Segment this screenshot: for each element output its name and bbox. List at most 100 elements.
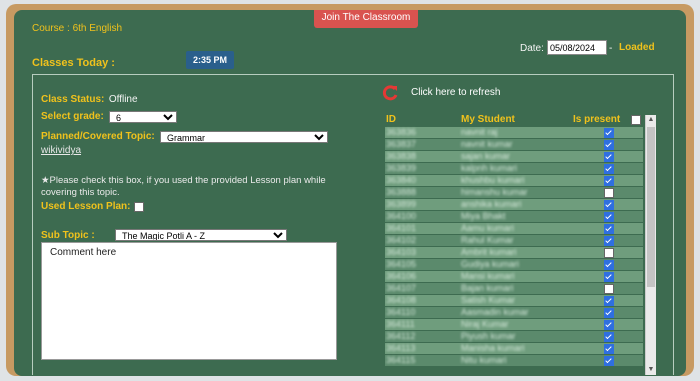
table-row: 364101 Aamu kumari: [385, 223, 643, 234]
student-name: khushbu kumari: [461, 175, 525, 185]
loaded-status: Loaded: [619, 42, 655, 53]
table-row: 364108 Satish Kumar: [385, 295, 643, 306]
present-checkbox[interactable]: [604, 332, 614, 342]
subtopic-select[interactable]: The Magic Potli A - Z: [115, 229, 287, 241]
class-status-label: Class Status:: [41, 94, 105, 105]
student-id: 363839: [386, 163, 417, 173]
student-id: 364101: [386, 223, 417, 233]
present-checkbox[interactable]: [604, 248, 614, 258]
student-name: Gudiya kumari: [461, 259, 520, 269]
present-checkbox[interactable]: [604, 140, 614, 150]
student-name: Nitu kumari: [461, 355, 507, 365]
refresh-icon[interactable]: [381, 84, 399, 102]
present-checkbox[interactable]: [604, 236, 614, 246]
table-row: 363837 navnit kumar: [385, 139, 643, 150]
subtopic-label: Sub Topic :: [41, 230, 95, 241]
student-name: navnit kumar: [461, 139, 513, 149]
student-id: 364113: [386, 343, 416, 353]
table-row: 363836 navnit raj: [385, 127, 643, 138]
topic-select[interactable]: Grammar: [160, 131, 328, 143]
present-checkbox[interactable]: [604, 200, 614, 210]
grade-label: Select grade:: [41, 111, 104, 122]
present-checkbox[interactable]: [604, 344, 614, 354]
col-name-header: My Student: [461, 114, 515, 125]
student-name: Mansi kumari: [461, 271, 515, 281]
student-name: navnit raj: [461, 127, 498, 137]
student-id: 363837: [386, 139, 417, 149]
student-name: Satish Kumar: [461, 295, 516, 305]
class-status-value: Offline: [108, 94, 138, 105]
present-checkbox[interactable]: [604, 320, 614, 330]
date-label: Date:: [520, 43, 544, 54]
table-row: 364103 Ambrit kumari: [385, 247, 643, 258]
topic-label: Planned/Covered Topic:: [41, 131, 155, 142]
comment-placeholder: Comment here: [50, 247, 117, 258]
scrollbar-thumb[interactable]: [647, 127, 655, 287]
student-name: Miya Bhakt: [461, 211, 506, 221]
student-id: 364107: [386, 283, 417, 293]
student-id: 363888: [386, 187, 417, 197]
table-row: 364100 Miya Bhakt: [385, 211, 643, 222]
present-checkbox[interactable]: [604, 128, 614, 138]
student-id: 364112: [386, 331, 416, 341]
table-row: 364110 Aasmadin kumar: [385, 307, 643, 318]
student-id: 364102: [386, 235, 417, 245]
table-row: 363838 sajan kumar: [385, 151, 643, 162]
join-classroom-button[interactable]: Join The Classroom: [314, 10, 418, 28]
student-name: Manisha kumari: [461, 343, 525, 353]
student-name: Piyush kumar: [461, 331, 516, 341]
present-checkbox[interactable]: [604, 224, 614, 234]
class-time-button[interactable]: 2:35 PM: [186, 51, 234, 69]
student-name: Aasmadin kumar: [461, 307, 529, 317]
used-lesson-plan-checkbox[interactable]: [134, 202, 144, 212]
class-panel: Class Status: Offline Select grade: 6 Pl…: [32, 74, 674, 375]
scroll-up-arrow-icon[interactable]: ▲: [647, 115, 655, 125]
present-checkbox[interactable]: [604, 296, 614, 306]
student-name: kalpnh kumari: [461, 163, 518, 173]
present-checkbox[interactable]: [604, 152, 614, 162]
course-label: Course : 6th English: [32, 23, 123, 34]
class-status: Class Status: Offline: [41, 89, 138, 107]
student-id: 364111: [386, 319, 415, 329]
present-checkbox[interactable]: [604, 284, 614, 294]
refresh-link[interactable]: Click here to refresh: [411, 87, 500, 98]
present-checkbox[interactable]: [604, 356, 614, 366]
present-checkbox[interactable]: [604, 260, 614, 270]
student-id: 363840: [386, 175, 417, 185]
student-id: 363838: [386, 151, 417, 161]
table-row: 364111 Niraj Kumar: [385, 319, 643, 330]
table-row: 364105 Gudiya kumari: [385, 259, 643, 270]
comment-textarea[interactable]: Comment here: [41, 242, 337, 360]
student-table: ID My Student Is present 363836 navnit ra…: [385, 113, 643, 375]
present-checkbox[interactable]: [604, 188, 614, 198]
lesson-plan-note: ★Please check this box, if you used the …: [41, 175, 326, 198]
select-all-present-checkbox[interactable]: [631, 115, 641, 125]
chalkboard: Join The Classroom Course : 6th English …: [14, 10, 686, 376]
present-checkbox[interactable]: [604, 164, 614, 174]
scroll-down-arrow-icon[interactable]: ▼: [647, 365, 655, 375]
student-id: 363836: [386, 127, 417, 137]
grade-select[interactable]: 6: [109, 111, 177, 123]
student-id: 363899: [386, 199, 417, 209]
table-row: 363839 kalpnh kumari: [385, 163, 643, 174]
table-row: 364112 Piyush kumar: [385, 331, 643, 342]
wikividya-link[interactable]: wikividya: [41, 145, 81, 156]
present-checkbox[interactable]: [604, 308, 614, 318]
table-row: 363840 khushbu kumari: [385, 175, 643, 186]
classes-today-label: Classes Today :: [32, 57, 115, 69]
student-id: 364108: [386, 295, 417, 305]
col-present-header: Is present: [573, 114, 621, 125]
student-name: Ambrit kumari: [461, 247, 517, 257]
table-row: 363899 anshika kumari: [385, 199, 643, 210]
present-checkbox[interactable]: [604, 176, 614, 186]
present-checkbox[interactable]: [604, 212, 614, 222]
student-name: sajan kumar: [461, 151, 511, 161]
student-id: 364106: [386, 271, 417, 281]
date-separator: -: [609, 43, 613, 54]
present-checkbox[interactable]: [604, 272, 614, 282]
student-table-scrollbar[interactable]: ▲ ▼: [645, 115, 656, 375]
date-input[interactable]: [547, 40, 607, 55]
lesson-plan-label: Used Lesson Plan:: [41, 201, 131, 212]
student-name: Niraj Kumar: [461, 319, 509, 329]
student-name: himanshu kumar: [461, 187, 528, 197]
